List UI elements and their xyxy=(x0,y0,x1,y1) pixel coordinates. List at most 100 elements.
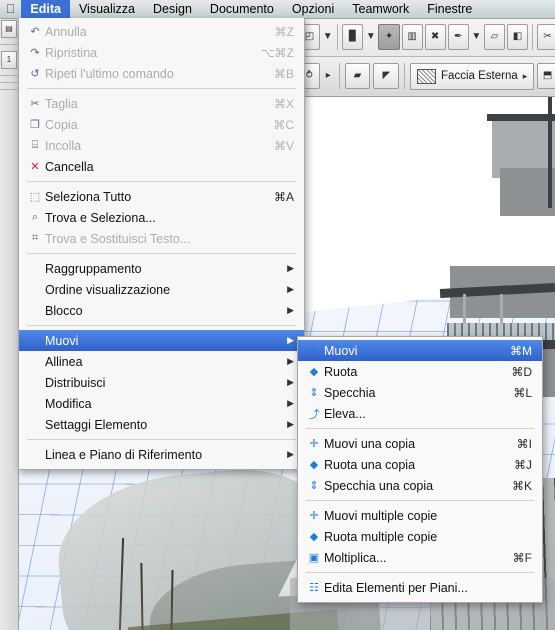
menu-item-ordine-visualizzazione[interactable]: Ordine visualizzazione ▶ xyxy=(19,279,304,300)
mirror-icon: ⇕ xyxy=(309,387,319,399)
menu-item-modifica[interactable]: Modifica ▶ xyxy=(19,393,304,414)
menu-item-label: Muovi multiple copie xyxy=(324,508,438,523)
submenu-item-ruota-multiple-copie[interactable]: ◆ Ruota multiple copie xyxy=(298,526,542,547)
menu-item-label: Ordine visualizzazione xyxy=(45,282,171,297)
toolbar-separator xyxy=(338,63,340,89)
submenu-arrow-icon: ▶ xyxy=(287,284,294,294)
menu-item-no-icon xyxy=(25,333,45,349)
menubar-item-design[interactable]: Design xyxy=(144,0,201,18)
menubar-item-documento[interactable]: Documento xyxy=(201,0,283,18)
submenu-item-muovi-una-copia[interactable]: ✛ Muovi una copia ⌘I xyxy=(298,433,542,454)
menu-item-label: Taglia xyxy=(45,96,78,111)
pen-weight-dropdown[interactable]: ▼ xyxy=(365,24,376,50)
menu-item-distribuisci[interactable]: Distribuisci ▶ xyxy=(19,372,304,393)
magic-wand-button[interactable]: ✦ xyxy=(378,24,400,50)
menubar-item-opzioni[interactable]: Opzioni xyxy=(283,0,343,18)
project-map-button[interactable]: ▤ xyxy=(1,20,17,38)
story-indicator[interactable]: 1 xyxy=(1,51,17,69)
submenu-item-ruota[interactable]: ◆ Ruota ⌘D xyxy=(298,361,542,382)
eyedropper-dropdown[interactable]: ▼ xyxy=(471,24,482,50)
surface-swatch-icon xyxy=(417,68,437,84)
menu-item-label: Settaggi Elemento xyxy=(45,417,148,432)
submenu-arrow-icon: ▶ xyxy=(287,419,294,429)
menu-item-shortcut: ⌘I xyxy=(516,436,532,451)
building-tower-edge xyxy=(548,88,552,208)
menu-item-raggruppamento[interactable]: Raggruppamento ▶ xyxy=(19,258,304,279)
submenu-item-eleva[interactable]: ⤴ Eleva... xyxy=(298,403,542,424)
snap-button[interactable]: ✖ xyxy=(424,24,446,50)
menu-item-shortcut: ⌘F xyxy=(512,550,532,565)
wall-reference-button[interactable]: ⬒ xyxy=(537,63,555,89)
menu-item-shortcut: ⌘A xyxy=(273,189,294,204)
menu-item-ripristina: ↷ Ripristina ⌥⌘Z xyxy=(19,42,304,63)
rotate-multiple-copies-icon: ◆ xyxy=(309,531,319,543)
menubar-item-finestre[interactable]: Finestre xyxy=(418,0,481,18)
solid-element-button[interactable]: ▰ xyxy=(344,63,371,89)
section-button[interactable]: ◧ xyxy=(506,24,529,50)
menu-item-shortcut: ⌘Z xyxy=(274,24,294,39)
menu-item-muovi[interactable]: Muovi ▶ xyxy=(19,330,304,351)
scissors-icon: ✂ xyxy=(30,98,40,110)
dimension-button[interactable]: ▥ xyxy=(401,24,423,50)
submenu-item-edita-elementi-per-piani[interactable]: ☷ Edita Elementi per Piani... xyxy=(298,577,542,598)
menubar-item-visualizza[interactable]: Visualizza xyxy=(70,0,144,18)
submenu-item-muovi-multiple-copie[interactable]: ✛ Muovi multiple copie xyxy=(298,505,542,526)
menu-bar[interactable]:  Edita Visualizza Design Documento Opzi… xyxy=(0,0,555,19)
toolbar-divider xyxy=(0,89,18,90)
top-toolbar[interactable]: ◰ ▼ ▉ ▼ ✦ ▥ ✖ ✒ ▼ ▱ ◧ ✂ ⥁ ▸ ▰ ◤ Faccia E… xyxy=(296,18,555,97)
move-submenu[interactable]: ✛ Muovi ⌘M ◆ Ruota ⌘D ⇕ Specchia ⌘L ⤴ Eleva... ✛ Muo… xyxy=(297,336,543,603)
menu-item-shortcut: ⌘B xyxy=(273,66,294,81)
mesh-button[interactable]: ▱ xyxy=(483,24,505,50)
eyedropper-button[interactable]: ✒ xyxy=(447,24,469,50)
submenu-item-moltiplica[interactable]: ▣ Moltiplica... ⌘F xyxy=(298,547,542,568)
undo-arrow-icon: ↶ xyxy=(30,26,40,38)
submenu-item-muovi[interactable]: ✛ Muovi ⌘M xyxy=(298,340,542,361)
menu-item-label: Incolla xyxy=(45,138,82,153)
left-toolbar[interactable]: ▤ 1 xyxy=(0,18,19,630)
submenu-item-specchia-una-copia[interactable]: ⇕ Specchia una copia ⌘K xyxy=(298,475,542,496)
building-upper-roof xyxy=(487,114,555,121)
mesh-icon: ▱ xyxy=(490,31,499,42)
subtract-button[interactable]: ◤ xyxy=(373,63,400,89)
menu-item-trova-e-seleziona[interactable]: ⌕ Trova e Seleziona... xyxy=(19,207,304,228)
menu-item-no-icon xyxy=(25,354,45,370)
find-select-icon: ⌕ xyxy=(31,211,39,223)
binoculars-icon: ⌗ xyxy=(31,232,39,244)
menu-item-label: Annulla xyxy=(45,24,87,39)
rotate-view-dropdown[interactable]: ▸ xyxy=(323,63,334,89)
submenu-item-ruota-una-copia[interactable]: ◆ Ruota una copia ⌘J xyxy=(298,454,542,475)
snap-icon: ✖ xyxy=(430,31,440,42)
menu-item-label: Eleva... xyxy=(324,406,366,421)
menu-item-seleziona-tutto[interactable]: ⬚ Seleziona Tutto ⌘A xyxy=(19,186,304,207)
menu-item-linea-e-piano-di-riferimento[interactable]: Linea e Piano di Riferimento ▶ xyxy=(19,444,304,465)
submenu-arrow-icon: ▶ xyxy=(287,305,294,315)
menubar-item-edita[interactable]: Edita xyxy=(21,0,70,18)
menu-item-label: Ruota una copia xyxy=(324,457,416,472)
surface-selector[interactable]: Faccia Esterna ▸ xyxy=(410,62,535,90)
rotate-icon: ◆ xyxy=(309,366,319,378)
menu-item-cancella[interactable]: ✕ Cancella xyxy=(19,156,304,177)
rotate-copy-icon: ◆ xyxy=(309,459,319,471)
menu-item-blocco[interactable]: Blocco ▶ xyxy=(19,300,304,321)
layers-dropdown[interactable]: ▼ xyxy=(322,24,333,50)
apple-menu-icon[interactable]:  xyxy=(0,2,21,16)
submenu-item-specchia[interactable]: ⇕ Specchia ⌘L xyxy=(298,382,542,403)
building-column xyxy=(463,294,466,324)
menu-item-shortcut: ⌘C xyxy=(273,117,294,132)
menu-item-shortcut: ⌘M xyxy=(510,343,532,358)
trim-button[interactable]: ✂ xyxy=(536,24,555,50)
edit-menu-dropdown[interactable]: ↶ Annulla ⌘Z ↷ Ripristina ⌥⌘Z ↺ Ripeti l'ultimo… xyxy=(18,18,305,470)
menu-item-allinea[interactable]: Allinea ▶ xyxy=(19,351,304,372)
toolbar-separator xyxy=(404,63,406,89)
menu-item-no-icon xyxy=(25,303,45,319)
multiply-icon: ▣ xyxy=(308,552,320,564)
submenu-arrow-icon: ▶ xyxy=(287,263,294,273)
menu-item-settaggi-elemento[interactable]: Settaggi Elemento ▶ xyxy=(19,414,304,435)
subtract-icon: ◤ xyxy=(382,70,391,81)
pen-weight-button[interactable]: ▉ xyxy=(342,24,364,50)
toolbar-separator xyxy=(532,24,533,50)
menubar-item-teamwork[interactable]: Teamwork xyxy=(343,0,418,18)
delete-x-icon: ✕ xyxy=(30,161,40,173)
menu-item-no-icon xyxy=(25,261,45,277)
layers-icon: ◰ xyxy=(304,31,315,42)
